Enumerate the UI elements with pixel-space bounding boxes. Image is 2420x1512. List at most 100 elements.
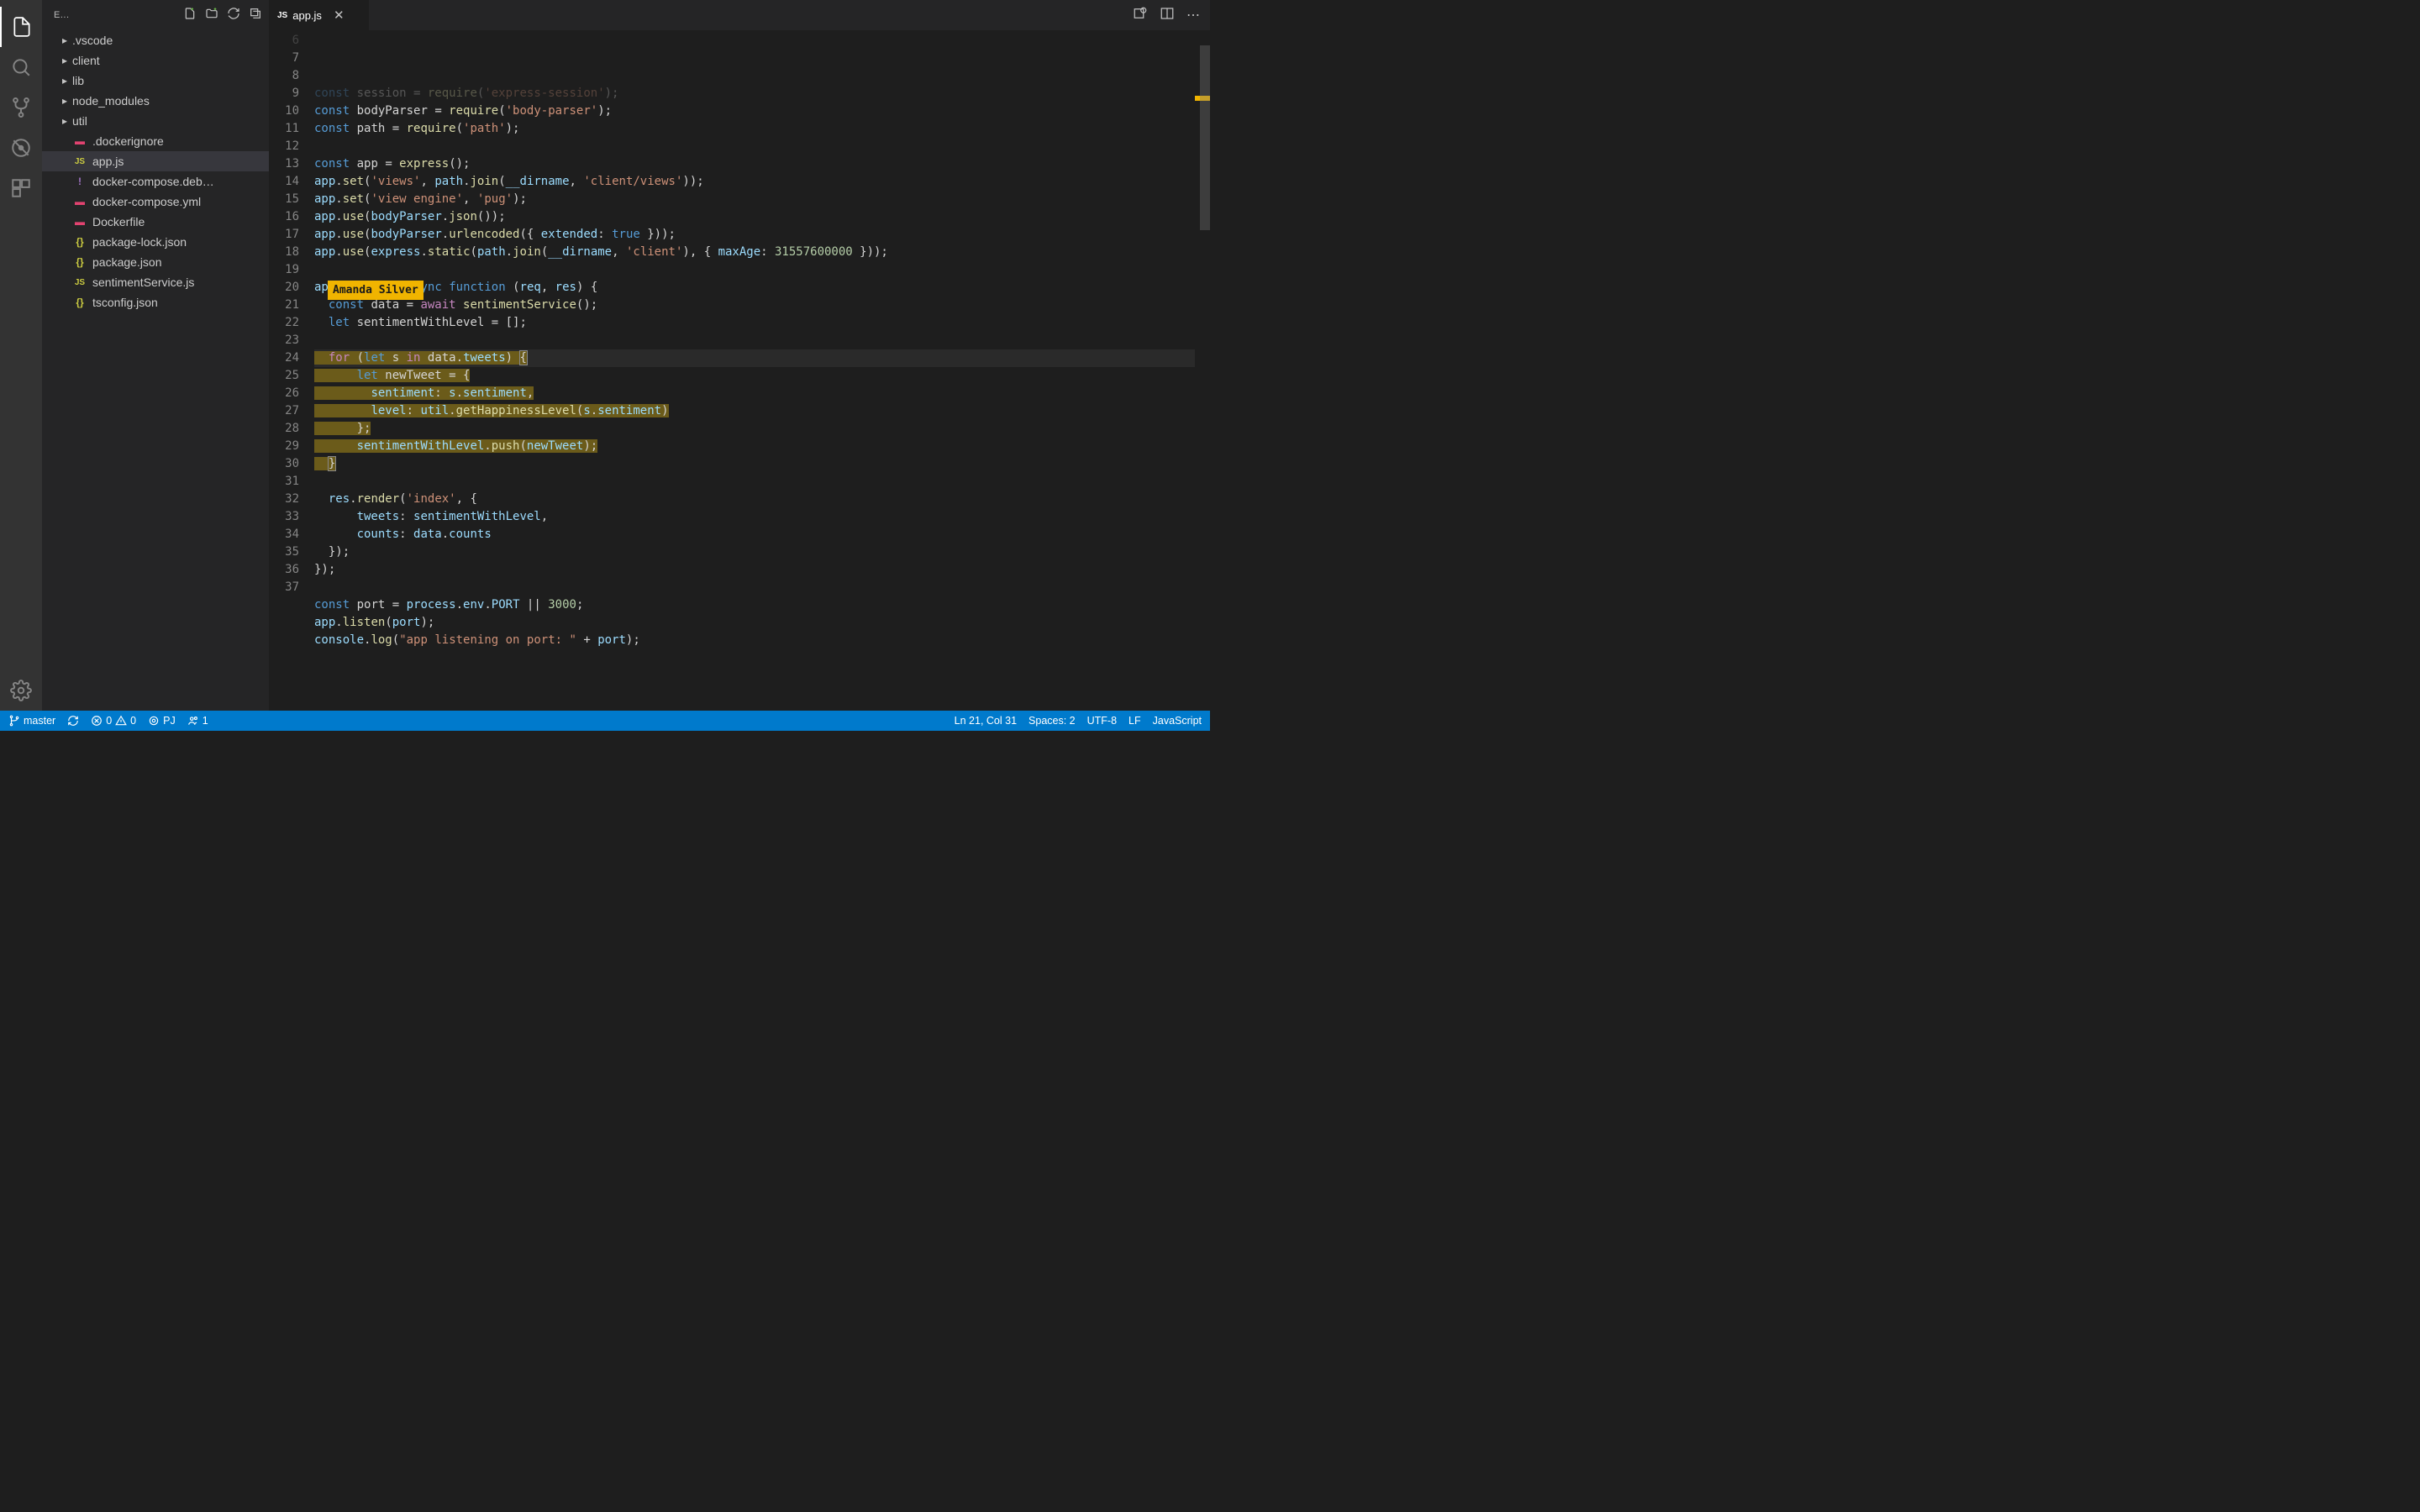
file-item[interactable]: !docker-compose.deb… (42, 171, 269, 192)
liveshare-user-badge: Amanda Silver (328, 281, 424, 300)
split-editor-icon[interactable] (1160, 6, 1175, 25)
compare-changes-icon[interactable] (1133, 6, 1148, 25)
tab-label: app.js (292, 9, 322, 22)
code-line[interactable]: level: util.getHappinessLevel(s.sentimen… (314, 402, 1195, 420)
code-line[interactable]: sentimentWithLevel.push(newTweet); (314, 438, 1195, 455)
line-gutter: 6789101112131415161718192021222324252627… (269, 30, 314, 711)
code-line[interactable] (314, 138, 1195, 155)
file-item[interactable]: {}tsconfig.json (42, 292, 269, 312)
folder-item[interactable]: ▸client (42, 50, 269, 71)
chevron-right-icon: ▸ (59, 95, 71, 107)
sidebar-title: E... (54, 10, 183, 20)
language-mode[interactable]: JavaScript (1153, 715, 1202, 727)
indentation-status[interactable]: Spaces: 2 (1028, 715, 1076, 727)
liveshare-label: PJ (163, 715, 176, 727)
editor-area: JS app.js ✕ ⋯ 67891011121314151617181920… (269, 0, 1210, 711)
source-control-icon[interactable] (0, 87, 42, 128)
code-line[interactable]: app.set('views', path.join(__dirname, 'c… (314, 173, 1195, 191)
debug-icon[interactable] (0, 128, 42, 168)
more-actions-icon[interactable]: ⋯ (1186, 7, 1200, 24)
code-line[interactable]: app.use(bodyParser.json()); (314, 208, 1195, 226)
code-line[interactable]: }); (314, 543, 1195, 561)
participants-status[interactable]: 1 (187, 715, 208, 727)
code-line[interactable]: const port = process.env.PORT || 3000; (314, 596, 1195, 614)
code-line[interactable]: counts: data.counts (314, 526, 1195, 543)
scrollbar-thumb[interactable] (1200, 45, 1210, 230)
refresh-icon[interactable] (227, 7, 240, 24)
code-line[interactable]: app.use(express.static(path.join(__dirna… (314, 244, 1195, 261)
folder-name: node_modules (72, 94, 150, 108)
liveshare-status[interactable]: PJ (148, 715, 176, 727)
chevron-right-icon: ▸ (59, 55, 71, 66)
code-line[interactable]: res.render('index', { (314, 491, 1195, 508)
code-line[interactable]: let newTweet = { (314, 367, 1195, 385)
code-line[interactable]: for (let s in data.tweets) { (314, 349, 1195, 367)
folder-name: .vscode (72, 34, 113, 47)
js-file-icon: JS (277, 11, 287, 20)
code-line[interactable]: const data = await sentimentService(); (314, 297, 1195, 314)
folder-item[interactable]: ▸.vscode (42, 30, 269, 50)
chevron-right-icon: ▸ (59, 115, 71, 127)
file-name: sentimentService.js (92, 276, 194, 289)
search-icon[interactable] (0, 47, 42, 87)
file-tree[interactable]: ▸.vscode▸client▸lib▸node_modules▸util▬.d… (42, 30, 269, 711)
explorer-icon[interactable] (0, 7, 42, 47)
code-line[interactable] (314, 473, 1195, 491)
code-line[interactable]: let sentimentWithLevel = []; (314, 314, 1195, 332)
code-line[interactable]: app.listen(port); (314, 614, 1195, 632)
sidebar-header: E... (42, 0, 269, 30)
file-item[interactable]: ▬docker-compose.yml (42, 192, 269, 212)
folder-item[interactable]: ▸util (42, 111, 269, 131)
settings-gear-icon[interactable] (0, 670, 42, 711)
code-line[interactable]: sentiment: s.sentiment, (314, 385, 1195, 402)
tab-app-js[interactable]: JS app.js ✕ (269, 0, 370, 30)
collapse-all-icon[interactable] (249, 7, 262, 24)
sync-button[interactable] (67, 715, 79, 727)
code-line[interactable]: const bodyParser = require('body-parser'… (314, 102, 1195, 120)
cursor-position[interactable]: Ln 21, Col 31 (955, 715, 1017, 727)
code-line[interactable]: }; (314, 420, 1195, 438)
code-editor[interactable]: 6789101112131415161718192021222324252627… (269, 30, 1210, 711)
folder-name: client (72, 54, 100, 67)
extensions-icon[interactable] (0, 168, 42, 208)
code-line[interactable]: app.use(bodyParser.urlencoded({ extended… (314, 226, 1195, 244)
code-line[interactable]: tweets: sentimentWithLevel, (314, 508, 1195, 526)
chevron-right-icon: ▸ (59, 75, 71, 87)
encoding-status[interactable]: UTF-8 (1087, 715, 1117, 727)
file-name: docker-compose.yml (92, 195, 201, 208)
file-name: Dockerfile (92, 215, 145, 228)
file-item[interactable]: ▬.dockerignore (42, 131, 269, 151)
error-count: 0 (106, 715, 112, 727)
participant-count: 1 (203, 715, 208, 727)
folder-item[interactable]: ▸lib (42, 71, 269, 91)
new-folder-icon[interactable] (205, 7, 218, 24)
code-line[interactable]: app.set('view engine', 'pug'); (314, 191, 1195, 208)
code-line[interactable] (314, 332, 1195, 349)
file-item[interactable]: JSsentimentService.js (42, 272, 269, 292)
git-branch[interactable]: master (8, 715, 55, 727)
code-line[interactable]: }); (314, 561, 1195, 579)
code-line[interactable] (314, 579, 1195, 596)
file-item[interactable]: {}package-lock.json (42, 232, 269, 252)
eol-status[interactable]: LF (1128, 715, 1141, 727)
code-line[interactable]: console.log("app listening on port: " + … (314, 632, 1195, 649)
problems-status[interactable]: 0 0 (91, 715, 136, 727)
file-name: tsconfig.json (92, 296, 158, 309)
file-item[interactable]: ▬Dockerfile (42, 212, 269, 232)
folder-item[interactable]: ▸node_modules (42, 91, 269, 111)
code-line[interactable]: const session = require('express-session… (314, 85, 1195, 102)
code-line[interactable]: app.get('/', async function (req, res) { (314, 279, 1195, 297)
file-item[interactable]: {}package.json (42, 252, 269, 272)
tab-bar: JS app.js ✕ ⋯ (269, 0, 1210, 30)
file-item[interactable]: JSapp.js (42, 151, 269, 171)
folder-name: util (72, 114, 87, 128)
file-name: package.json (92, 255, 162, 269)
close-icon[interactable]: ✕ (334, 8, 345, 23)
code-line[interactable] (314, 261, 1195, 279)
file-name: app.js (92, 155, 124, 168)
code-line[interactable]: const path = require('path'); (314, 120, 1195, 138)
code-line[interactable]: } (314, 455, 1195, 473)
new-file-icon[interactable] (183, 7, 197, 24)
code-content[interactable]: const session = require('express-session… (314, 30, 1195, 711)
code-line[interactable]: const app = express(); (314, 155, 1195, 173)
